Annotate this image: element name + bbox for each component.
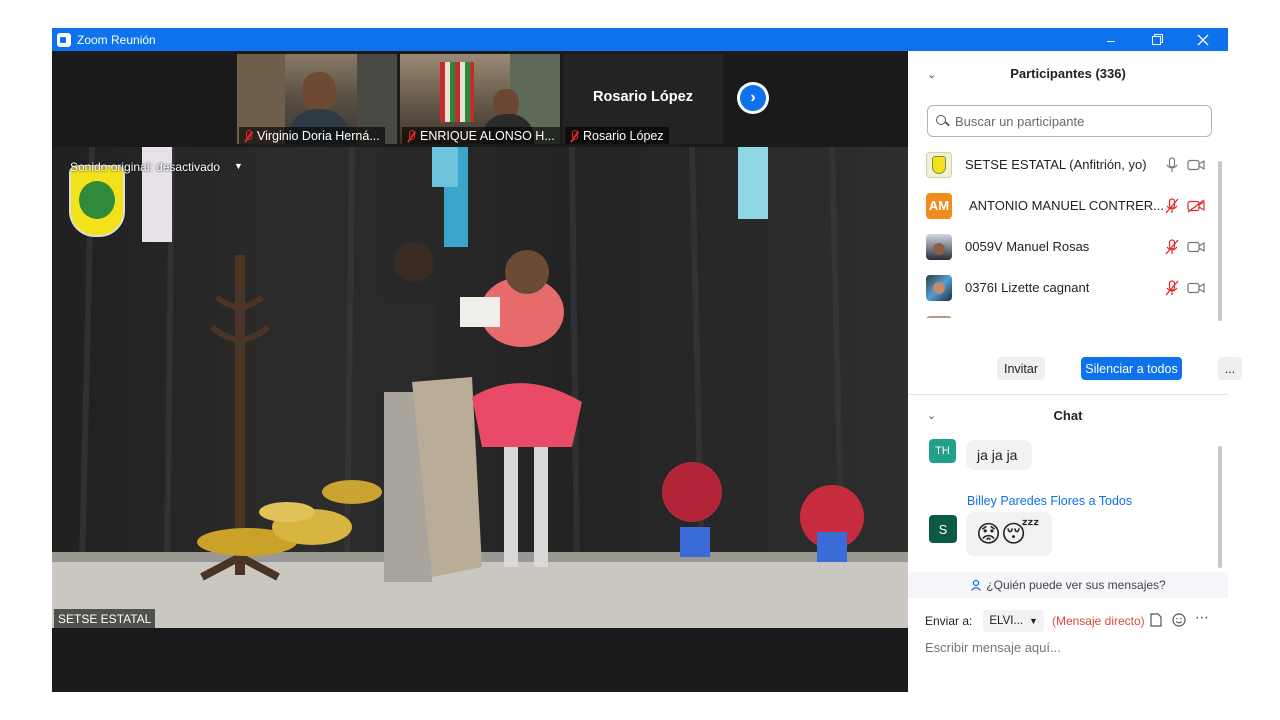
close-icon: [1197, 34, 1209, 45]
chevron-right-icon: ›: [740, 85, 766, 111]
avatar: TH: [929, 439, 956, 463]
participant-search-input[interactable]: Buscar un participante: [927, 105, 1212, 137]
avatar: [926, 151, 952, 178]
muted-mic-icon: [406, 129, 416, 142]
microphone-icon[interactable]: [1165, 156, 1179, 173]
recipient-value: ELVI...: [989, 615, 1024, 627]
video-camera-icon[interactable]: [1187, 158, 1205, 172]
send-to-row: Enviar a: ELVI... ▼ (Mensaje directo): [925, 610, 1145, 632]
side-panel: ⌄ Participantes (336) Buscar un particip…: [908, 51, 1242, 692]
recipient-select[interactable]: ELVI... ▼: [983, 610, 1044, 632]
video-thumbnail[interactable]: Rosario López Rosario López: [563, 54, 723, 144]
participants-scrollbar[interactable]: [1218, 161, 1222, 321]
original-sound-label[interactable]: Sonido original: desactivado: [70, 160, 220, 174]
search-placeholder: Buscar un participante: [955, 113, 1085, 129]
title-bar: Zoom Reunión –: [52, 28, 1228, 51]
participant-row[interactable]: 0376I Lizette cagnant: [908, 267, 1218, 308]
video-thumbnail[interactable]: ENRIQUE ALONSO H...: [400, 54, 560, 144]
video-camera-icon[interactable]: [1187, 240, 1205, 254]
thumbnail-name-tag: Virginio Doria Herná...: [239, 127, 385, 144]
video-thumbnail[interactable]: Virginio Doria Herná...: [237, 54, 397, 144]
send-to-label: Enviar a:: [925, 614, 973, 628]
next-page-button[interactable]: ›: [737, 82, 769, 114]
stage-scene: [52, 147, 908, 628]
emoji-icon[interactable]: [1172, 613, 1186, 627]
participant-name: ANTONIO MANUEL CONTRER...: [969, 198, 1165, 213]
chat-title: Chat: [1053, 408, 1083, 423]
avatar: [926, 233, 952, 260]
chat-message-bubble: ja ja ja: [966, 440, 1032, 470]
message-visibility-link[interactable]: ¿Quién puede ver sus mensajes?: [908, 572, 1228, 598]
restore-button[interactable]: [1134, 28, 1180, 51]
chevron-down-icon[interactable]: ▼: [234, 161, 243, 171]
person-icon: [971, 579, 982, 591]
section-divider: [908, 394, 1228, 395]
main-video: Sonido original: desactivado ▼ SETSE EST…: [52, 147, 908, 628]
muted-microphone-icon[interactable]: [1165, 238, 1179, 255]
muted-microphone-icon[interactable]: [1165, 197, 1179, 214]
participants-header: ⌄ Participantes (336): [908, 51, 1228, 99]
more-icon[interactable]: ⋯: [1195, 609, 1209, 626]
zoom-window: Zoom Reunión – Virginio Doria Herná... E…: [52, 28, 1242, 692]
thumbnail-name: Virginio Doria Herná...: [257, 128, 380, 143]
avatar: S: [929, 515, 957, 543]
close-button[interactable]: [1180, 28, 1226, 51]
school-emblem-logo: [69, 165, 125, 237]
participant-row[interactable]: [908, 308, 1218, 318]
participant-name: SETSE ESTATAL (Anfitrión, yo): [965, 157, 1147, 172]
participant-name: 0376I Lizette cagnant: [965, 280, 1090, 295]
video-off-icon[interactable]: [1187, 198, 1205, 213]
thumbnail-name-tag: ENRIQUE ALONSO H...: [402, 127, 560, 144]
invite-button[interactable]: Invitar: [997, 357, 1045, 380]
thumbnail-name-tag: Rosario López: [565, 127, 669, 144]
participant-name: 0059V Manuel Rosas: [965, 239, 1090, 254]
muted-mic-icon: [243, 129, 253, 142]
window-title: Zoom Reunión: [77, 32, 156, 47]
chat-scrollbar[interactable]: [1218, 446, 1222, 568]
thumbnail-name: ENRIQUE ALONSO H...: [420, 128, 555, 143]
who-can-see-text: ¿Quién puede ver sus mensajes?: [986, 578, 1166, 592]
thumbnail-display-name: Rosario López: [593, 89, 693, 105]
direct-message-label: (Mensaje directo): [1051, 614, 1145, 628]
participant-row[interactable]: 0059V Manuel Rosas: [908, 226, 1218, 267]
video-area: Virginio Doria Herná... ENRIQUE ALONSO H…: [52, 51, 908, 692]
thumbnail-name: Rosario López: [583, 128, 664, 143]
participant-row[interactable]: AM ANTONIO MANUEL CONTRER...: [908, 185, 1218, 226]
thumbnail-strip: Virginio Doria Herná... ENRIQUE ALONSO H…: [52, 51, 908, 147]
chat-message-bubble: 😟😴: [966, 512, 1052, 556]
search-icon: [936, 114, 949, 128]
minimize-button[interactable]: –: [1088, 28, 1134, 51]
chevron-down-icon: ▼: [1029, 616, 1038, 626]
zoom-logo-icon: [57, 32, 71, 47]
chat-message-input[interactable]: Escribir mensaje aquí...: [925, 640, 1061, 655]
chat-sender: Billey Paredes Flores a Todos: [967, 494, 1133, 508]
avatar: [926, 315, 952, 318]
avatar: AM: [926, 192, 952, 219]
participants-title: Participantes (336): [1010, 66, 1126, 81]
participant-row[interactable]: SETSE ESTATAL (Anfitrión, yo): [908, 144, 1218, 185]
more-options-button[interactable]: ...: [1218, 357, 1242, 380]
mute-all-button[interactable]: Silenciar a todos: [1081, 357, 1182, 380]
muted-microphone-icon[interactable]: [1165, 279, 1179, 296]
restore-icon: [1151, 34, 1163, 45]
avatar: [926, 274, 952, 301]
participant-list: SETSE ESTATAL (Anfitrión, yo) AM ANTONIO…: [908, 144, 1228, 318]
muted-mic-icon: [569, 129, 579, 142]
video-camera-icon[interactable]: [1187, 281, 1205, 295]
speaker-name-tag: SETSE ESTATAL: [54, 609, 156, 628]
file-icon[interactable]: [1150, 613, 1162, 627]
